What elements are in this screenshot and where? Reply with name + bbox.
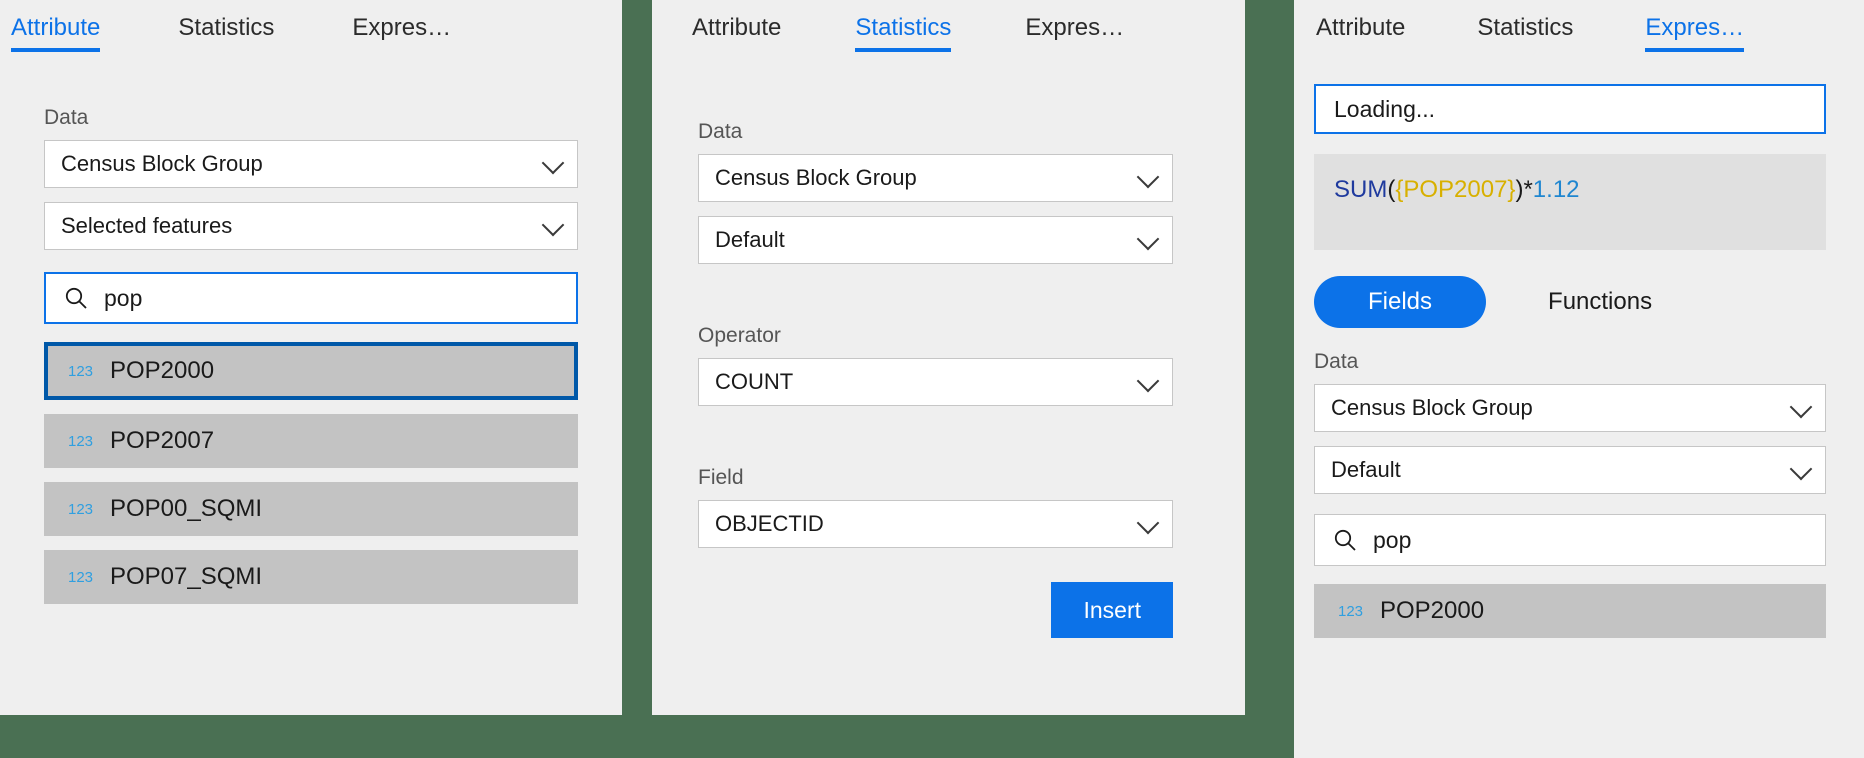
expression-name-input[interactable]: Loading...: [1314, 84, 1826, 134]
expression-view-select-value: Default: [1331, 457, 1401, 482]
search-icon: [1333, 528, 1357, 552]
search-icon: [64, 286, 88, 310]
tab-expression[interactable]: Expres…: [352, 6, 451, 52]
list-item[interactable]: 123 POP2007: [44, 414, 578, 468]
expression-token-field: {POP2007}: [1395, 176, 1516, 203]
expression-panel-body: Loading... SUM({POP2007})*1.12 Fields Fu…: [1294, 84, 1864, 638]
statistics-layer-select[interactable]: Census Block Group: [698, 154, 1173, 202]
expression-panel: Attribute Statistics Expres… Loading... …: [1294, 0, 1864, 758]
expression-search-input[interactable]: pop: [1314, 514, 1826, 566]
field-type-badge: 123: [68, 500, 94, 518]
chevron-down-icon: [541, 213, 565, 237]
attribute-layer-select[interactable]: Census Block Group: [44, 140, 578, 188]
field-name: POP07_SQMI: [110, 563, 263, 590]
chevron-down-icon: [1136, 511, 1160, 535]
statistics-operator-select-value: COUNT: [715, 369, 794, 394]
chevron-down-icon: [1789, 457, 1813, 481]
expression-view-select[interactable]: Default: [1314, 446, 1826, 494]
expression-token-punct-close: )*: [1515, 176, 1533, 203]
attribute-layer-select-value: Census Block Group: [61, 151, 263, 176]
insert-button[interactable]: Insert: [1051, 582, 1173, 638]
field-name: POP2000: [110, 357, 215, 384]
field-name: POP2007: [110, 427, 215, 454]
statistics-action-row: Insert: [698, 582, 1173, 638]
expression-layer-select-value: Census Block Group: [1331, 395, 1533, 420]
statistics-view-select[interactable]: Default: [698, 216, 1173, 264]
statistics-panel-tabbar: Attribute Statistics Expres…: [652, 0, 1245, 60]
field-type-badge: 123: [68, 568, 94, 586]
statistics-operator-select[interactable]: COUNT: [698, 358, 1173, 406]
statistics-layer-select-value: Census Block Group: [715, 165, 917, 190]
attribute-panel-tabbar: Attribute Statistics Expres…: [0, 0, 622, 60]
statistics-field-select-value: OBJECTID: [715, 511, 824, 536]
list-item[interactable]: 123 POP07_SQMI: [44, 550, 578, 604]
attribute-search-input[interactable]: pop: [44, 272, 578, 324]
field-type-badge: 123: [68, 362, 94, 380]
attribute-data-label: Data: [44, 106, 89, 129]
expression-field-list: 123 POP2000: [1314, 584, 1826, 638]
attribute-scope-select[interactable]: Selected features: [44, 202, 578, 250]
attribute-scope-select-value: Selected features: [61, 213, 233, 238]
expression-panel-tabbar: Attribute Statistics Expres…: [1294, 0, 1864, 60]
list-item[interactable]: 123 POP00_SQMI: [44, 482, 578, 536]
toggle-fields[interactable]: Fields: [1314, 276, 1487, 328]
expression-search-value: pop: [1373, 526, 1412, 553]
tab-attribute[interactable]: Attribute: [1316, 6, 1405, 52]
chevron-down-icon: [1136, 165, 1160, 189]
tab-statistics[interactable]: Statistics: [178, 6, 274, 52]
tab-statistics[interactable]: Statistics: [855, 6, 952, 52]
field-name: POP2000: [1380, 597, 1485, 624]
statistics-operator-label: Operator: [698, 324, 781, 347]
tab-expression[interactable]: Expres…: [1025, 6, 1124, 52]
attribute-panel-body: Data Census Block Group Selected feature…: [0, 106, 622, 604]
attribute-search-value: pop: [104, 284, 143, 311]
field-type-badge: 123: [68, 432, 94, 450]
toggle-functions[interactable]: Functions: [1522, 288, 1678, 316]
list-item[interactable]: 123 POP2000: [1314, 584, 1826, 638]
chevron-down-icon: [1136, 227, 1160, 251]
expression-layer-select[interactable]: Census Block Group: [1314, 384, 1826, 432]
statistics-field-select[interactable]: OBJECTID: [698, 500, 1173, 548]
expression-token-number: 1.12: [1532, 176, 1580, 203]
attribute-panel: Attribute Statistics Expres… Data Census…: [0, 0, 622, 715]
attribute-field-list: 123 POP2000 123 POP2007 123 POP00_SQMI 1…: [44, 342, 578, 604]
expression-token-function: SUM: [1334, 176, 1388, 203]
expression-source-toggle: Fields Functions: [1314, 276, 1826, 328]
tab-attribute[interactable]: Attribute: [11, 6, 101, 52]
chevron-down-icon: [1136, 369, 1160, 393]
tab-statistics[interactable]: Statistics: [1477, 6, 1573, 52]
chevron-down-icon: [1789, 395, 1813, 419]
expression-data-label: Data: [1314, 350, 1359, 373]
statistics-panel-body: Data Census Block Group Default Operator…: [652, 120, 1245, 638]
statistics-field-label: Field: [698, 466, 744, 489]
expression-name-value: Loading...: [1334, 95, 1436, 122]
chevron-down-icon: [541, 151, 565, 175]
field-type-badge: 123: [1338, 602, 1364, 620]
statistics-data-label: Data: [698, 120, 743, 143]
list-item[interactable]: 123 POP2000: [44, 342, 578, 400]
tab-expression[interactable]: Expres…: [1645, 6, 1744, 52]
statistics-view-select-value: Default: [715, 227, 785, 252]
expression-editor[interactable]: SUM({POP2007})*1.12: [1314, 154, 1826, 250]
statistics-panel: Attribute Statistics Expres… Data Census…: [652, 0, 1245, 715]
field-name: POP00_SQMI: [110, 495, 263, 522]
tab-attribute[interactable]: Attribute: [692, 6, 781, 52]
